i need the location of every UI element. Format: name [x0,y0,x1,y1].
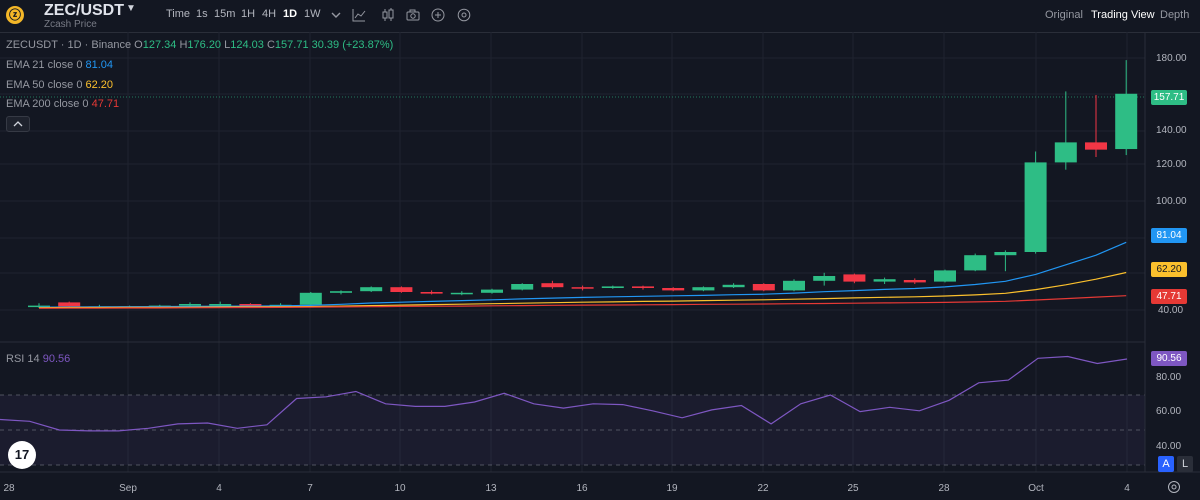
candle-body [571,287,594,289]
chevron-up-icon [13,121,23,127]
time-axis-label: 16 [576,483,588,494]
close-value: 157.71 [274,39,309,51]
candle-body [662,288,685,291]
ema-line-ema21 [38,241,1127,308]
ohlc-legend: ZECUSDT · 1D · Binance O127.34 H176.20 L… [6,39,393,51]
candle-body [1024,162,1047,252]
candle-body [209,304,232,306]
candle-body [843,274,866,282]
candle-body [601,286,624,288]
ema21-price-tag: 81.04 [1151,228,1187,243]
ema21-value: 81.04 [85,59,114,71]
candle-body [511,284,534,290]
candle-body [1115,93,1138,150]
time-axis-label: 13 [485,483,497,494]
ema200-price-tag: 47.71 [1151,289,1187,304]
ema-layer [38,241,1127,309]
last-price-tag: 157.71 [1151,90,1187,105]
candle-body [722,284,745,288]
price-axis-label: 100.00 [1156,196,1187,207]
log-scale-button[interactable]: L [1177,456,1193,472]
candle-body [541,283,564,288]
ema200-label: EMA 200 close 0 [6,98,89,110]
price-axis-label: 120.00 [1156,159,1187,170]
time-axis-label: Oct [1028,483,1044,494]
rsi-price-tag: 90.56 [1151,351,1187,366]
close-label: C [266,39,275,51]
price-axis-label: 40.00 [1158,305,1184,316]
settings-icon[interactable] [1167,480,1181,494]
time-axis-label: 7 [307,483,313,494]
open-label: O [134,39,143,51]
time-axis-label: 28 [3,483,15,494]
candle-body [481,289,503,293]
high-value: 176.20 [187,39,222,51]
candle-body [390,287,413,292]
candle-body [179,304,201,306]
open-value: 127.34 [142,39,177,51]
time-axis-label: 4 [1124,483,1130,494]
rsi-axis-label: 40.00 [1156,441,1182,452]
ema200-legend[interactable]: EMA 200 close 0 47.71 [6,98,119,110]
collapse-legend-button[interactable] [6,116,30,132]
candle-body [783,280,805,291]
ema200-value: 47.71 [91,98,120,110]
rsi-axis-label: 80.00 [1156,372,1182,383]
candle-body [1085,142,1107,150]
candle-body [813,276,836,281]
candle-body [903,280,926,283]
rsi-legend[interactable]: RSI 14 90.56 [6,353,70,365]
candle-body [934,270,956,282]
price-axis-label: 180.00 [1156,53,1187,64]
price-axis-label: 140.00 [1156,125,1187,136]
candle-body [299,292,322,305]
rsi-value: 90.56 [42,353,71,365]
price-chart[interactable] [0,0,1200,500]
time-axis-label: 28 [938,483,950,494]
rsi-label: RSI 14 [6,353,40,365]
candle-body [1054,142,1077,163]
low-value: 124.03 [230,39,264,51]
time-axis-label: 22 [757,483,769,494]
candle-body [994,252,1017,256]
ema21-label: EMA 21 close 0 [6,59,83,71]
time-axis-label: Sep [119,483,137,494]
rsi-axis-label: 60.00 [1156,406,1182,417]
tradingview-logo[interactable]: 17 [8,441,36,469]
ema50-legend[interactable]: EMA 50 close 0 62.20 [6,79,113,91]
legend-title[interactable]: ZECUSDT · 1D · Binance [6,39,131,51]
candle-body [239,304,262,306]
candle-body [752,284,775,291]
candle-body [873,279,896,282]
candle-body [632,286,654,288]
change-value: 30.39 (+23.87%) [311,39,394,51]
ema21-legend[interactable]: EMA 21 close 0 81.04 [6,59,113,71]
candle-body [964,255,987,271]
auto-scale-button[interactable]: A [1158,456,1174,472]
ema50-label: EMA 50 close 0 [6,79,83,91]
candle-body [450,292,473,295]
candle-body [58,302,81,307]
candle-body [692,287,715,291]
candle-body [360,287,383,292]
time-axis-label: 10 [394,483,406,494]
candle-body [330,291,352,293]
time-axis-label: 19 [666,483,678,494]
candle-body [420,292,443,294]
ema50-value: 62.20 [85,79,114,91]
time-axis-label: 4 [216,483,222,494]
time-axis-label: 25 [847,483,859,494]
ema50-price-tag: 62.20 [1151,262,1187,277]
